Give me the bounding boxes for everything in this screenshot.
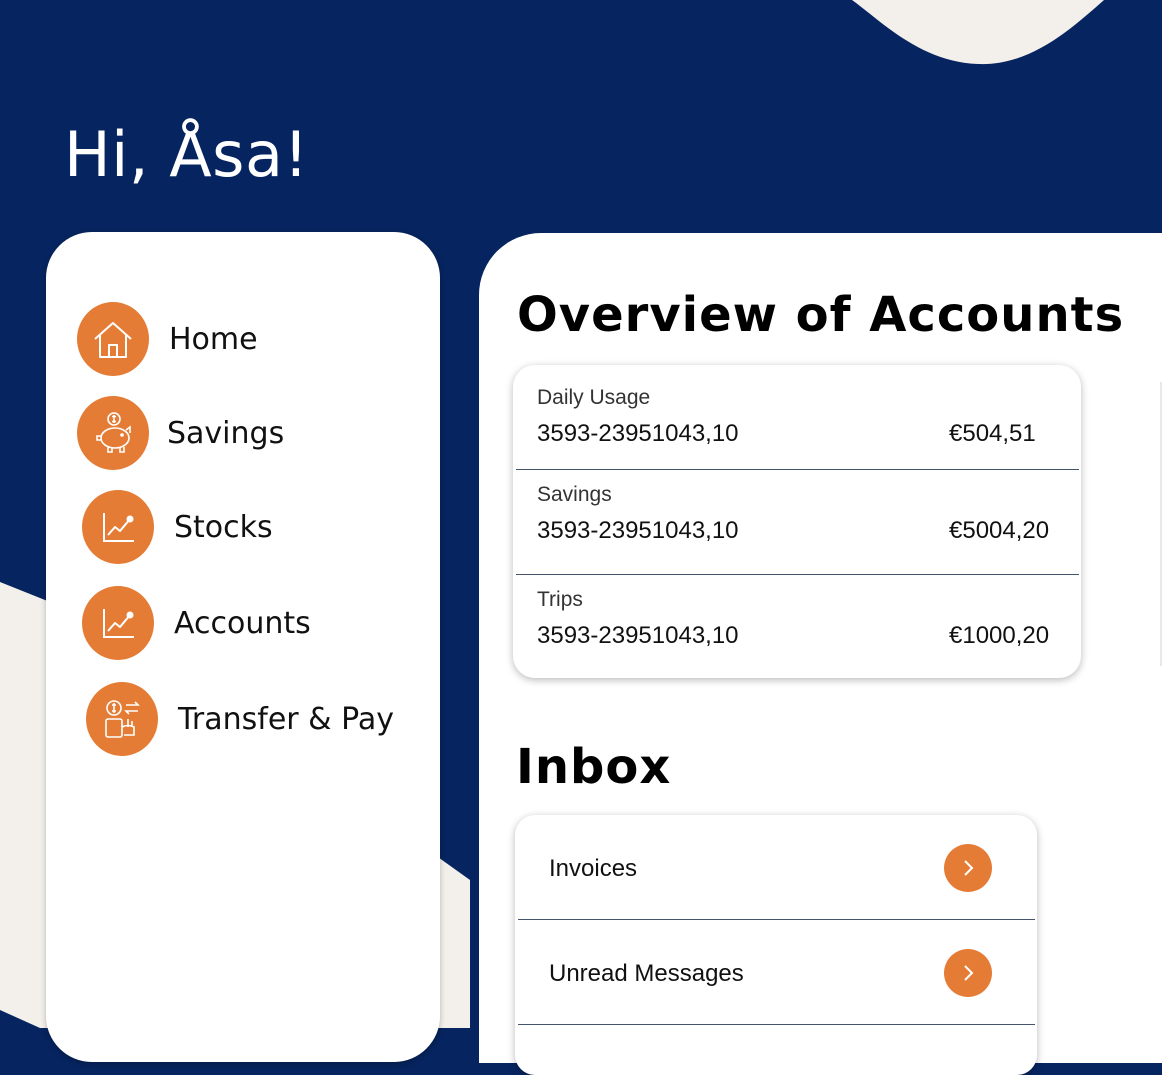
chevron-right-icon[interactable] [944,949,992,997]
divider [518,1024,1035,1025]
account-name: Daily Usage [537,386,651,409]
sidebar-item-transfer-pay[interactable]: Transfer & Pay [86,682,394,756]
account-row-daily-usage[interactable]: Daily Usage 3593-23951043,10 €504,51 [513,365,1081,469]
sidebar-item-label: Transfer & Pay [178,701,394,737]
top-right-blob [852,0,1104,65]
sidebar-item-label: Savings [167,415,285,451]
account-chart-icon [82,586,154,660]
account-balance: €504,51 [949,420,1036,447]
account-row-trips[interactable]: Trips 3593-23951043,10 €1000,20 [513,567,1081,671]
accounts-card: Daily Usage 3593-23951043,10 €504,51 Sav… [513,365,1081,678]
inbox-item-label: Invoices [549,855,638,882]
sidebar-item-savings[interactable]: Savings [77,396,284,470]
piggy-bank-icon [77,396,149,470]
sidebar-item-accounts[interactable]: Accounts [82,586,311,660]
main-panel: Overview of Accounts Daily Usage 3593-23… [479,233,1162,1075]
inbox-item-unread-messages[interactable]: Unread Messages [515,920,1037,1024]
account-row-savings[interactable]: Savings 3593-23951043,10 €5004,20 [513,462,1081,566]
sidebar-item-label: Stocks [174,509,273,545]
account-balance: €5004,20 [949,517,1050,544]
sidebar-item-label: Home [169,321,258,357]
transfer-pay-icon [86,682,158,756]
chevron-right-icon[interactable] [944,844,992,892]
account-name: Trips [537,588,583,611]
sidebar-item-label: Accounts [174,605,311,641]
account-number: 3593-23951043,10 [537,622,739,649]
account-number: 3593-23951043,10 [537,420,739,447]
inbox-item-label: Unread Messages [549,960,744,987]
sidebar-nav: Home Savings Stocks Accounts Transfer & … [46,232,440,1062]
inbox-item-invoices[interactable]: Invoices [515,815,1037,919]
sidebar-item-stocks[interactable]: Stocks [82,490,273,564]
overview-title: Overview of Accounts [517,287,1125,343]
inbox-card: Invoices Unread Messages [515,815,1037,1075]
account-number: 3593-23951043,10 [537,517,739,544]
home-icon [77,302,149,376]
inbox-title: Inbox [516,739,672,795]
stock-chart-icon [82,490,154,564]
sidebar-item-home[interactable]: Home [77,302,258,376]
account-balance: €1000,20 [949,622,1050,649]
account-name: Savings [537,483,612,506]
greeting-title: Hi, Åsa! [64,118,309,191]
